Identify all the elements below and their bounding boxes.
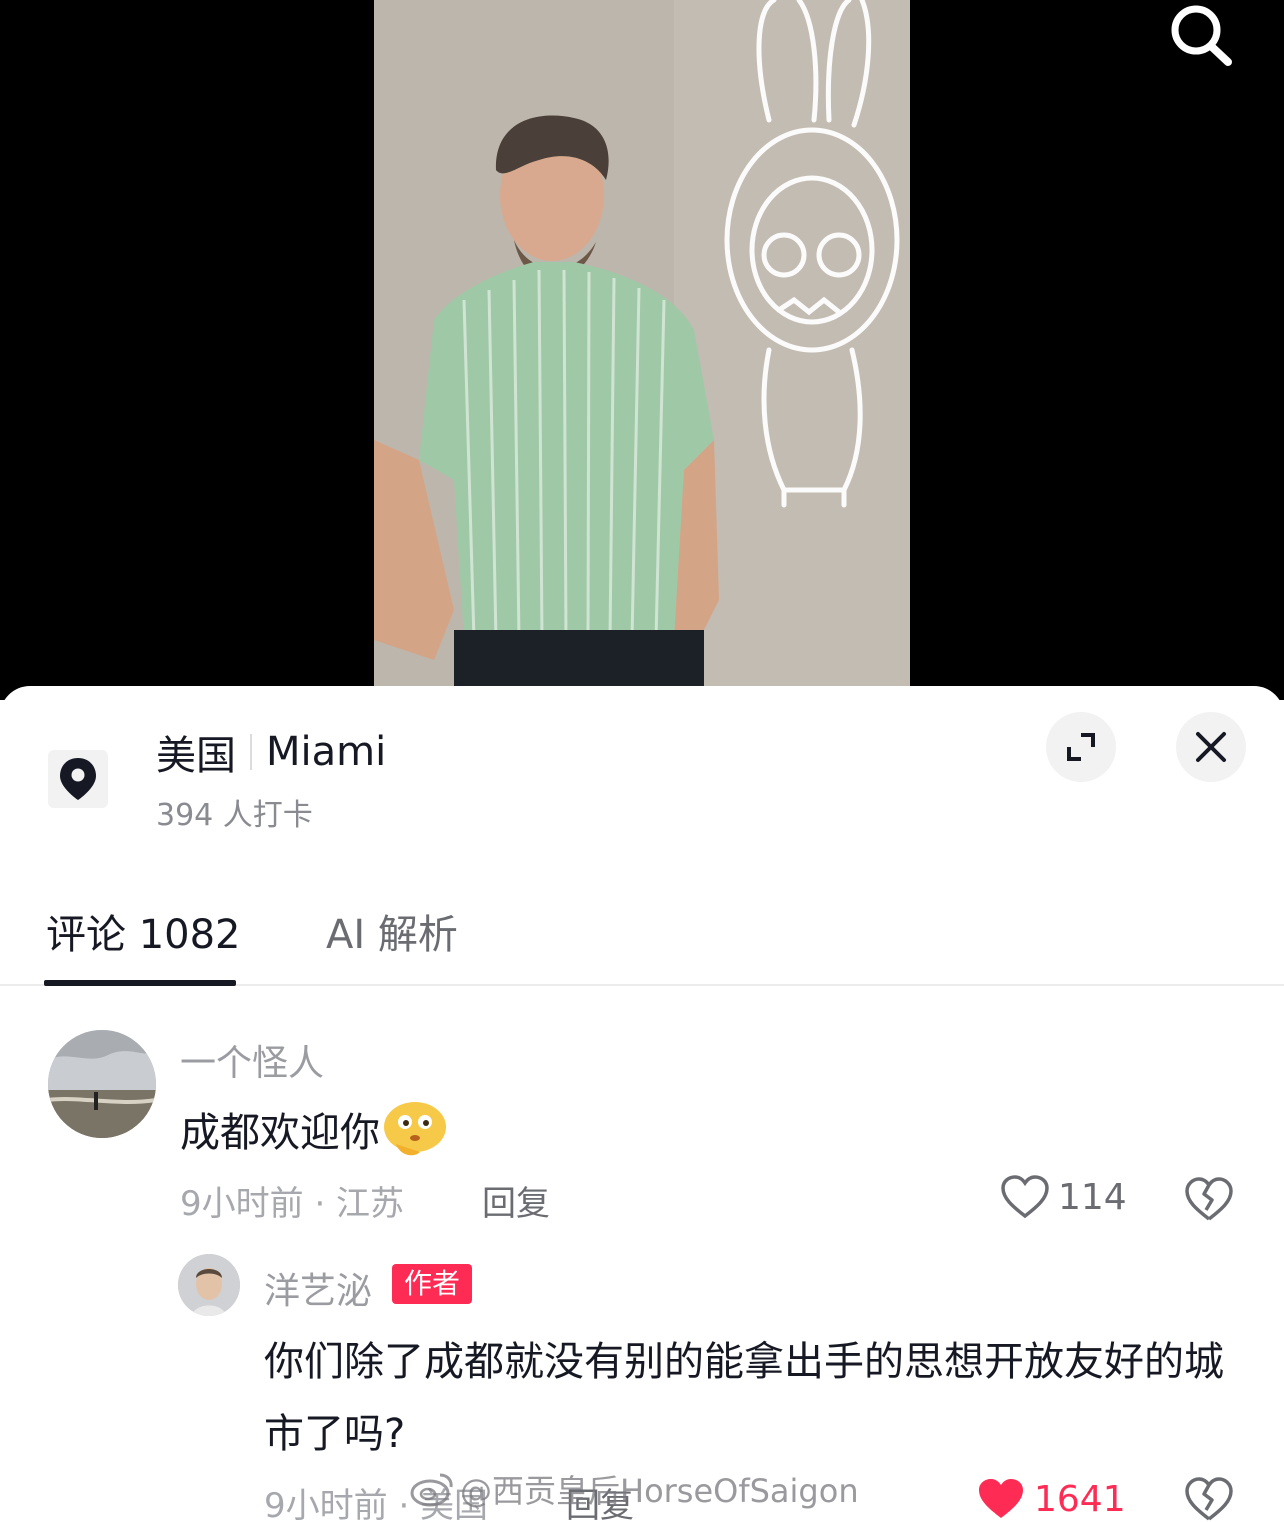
expand-button[interactable] [1046,712,1116,782]
comment-body: 成都欢迎你 [180,1110,380,1156]
dislike-button[interactable] [1184,1174,1234,1224]
location-city: Miami [266,729,387,775]
like-count: 114 [1058,1176,1127,1218]
location-country: 美国 [156,733,236,779]
search-icon [1171,5,1232,66]
title-divider [250,734,252,770]
watermark: @西贡皇后HorseOfSaigon [410,1466,859,1512]
comment-text: 成都欢迎你 [180,1100,450,1158]
watermark-text: @西贡皇后HorseOfSaigon [460,1472,859,1510]
close-icon [1196,732,1226,762]
comment-meta: 9小时前 · 江苏 [180,1184,405,1224]
tab-ai-analysis[interactable]: AI 解析 [326,902,458,960]
author-badge: 作者 [392,1264,473,1304]
thinking-face-emoji [384,1102,446,1156]
video-player[interactable] [0,0,1284,700]
reply-button[interactable]: 回复 [482,1176,550,1225]
tab-comments[interactable]: 评论 1082 [46,902,241,960]
location-pin-icon [60,758,96,800]
avatar[interactable] [178,1254,240,1316]
like-count: 1641 [1034,1478,1126,1520]
sheet-tabs: 评论 1082 AI 解析 [0,880,1284,986]
video-still-image [374,0,910,700]
video-frame[interactable] [374,0,910,700]
comment-username[interactable]: 洋艺泌 [264,1262,372,1314]
weibo-logo-icon [410,1473,453,1507]
broken-heart-icon [1185,1477,1233,1521]
avatar-image [48,1030,156,1138]
active-tab-indicator [44,980,236,986]
search-button[interactable] [1166,0,1236,70]
heart-outline-icon [1001,1175,1049,1219]
comment-text: 你们除了成都就没有别的能拿出手的思想开放友好的城市了吗? [264,1339,1224,1457]
broken-heart-icon [1185,1177,1233,1221]
checkin-count: 394 人打卡 [156,798,313,833]
avatar[interactable] [48,1030,156,1138]
avatar-image [178,1254,240,1316]
like-button[interactable]: 114 [1000,1174,1127,1220]
close-button[interactable] [1176,712,1246,782]
dislike-button[interactable] [1184,1474,1234,1522]
heart-filled-icon [979,1479,1023,1518]
comment-username[interactable]: 一个怪人 [180,1034,324,1086]
location-title[interactable]: 美国 Miami [156,726,387,779]
expand-icon [1067,733,1095,761]
location-icon-box [48,750,108,808]
like-button[interactable]: 1641 [976,1476,1126,1522]
